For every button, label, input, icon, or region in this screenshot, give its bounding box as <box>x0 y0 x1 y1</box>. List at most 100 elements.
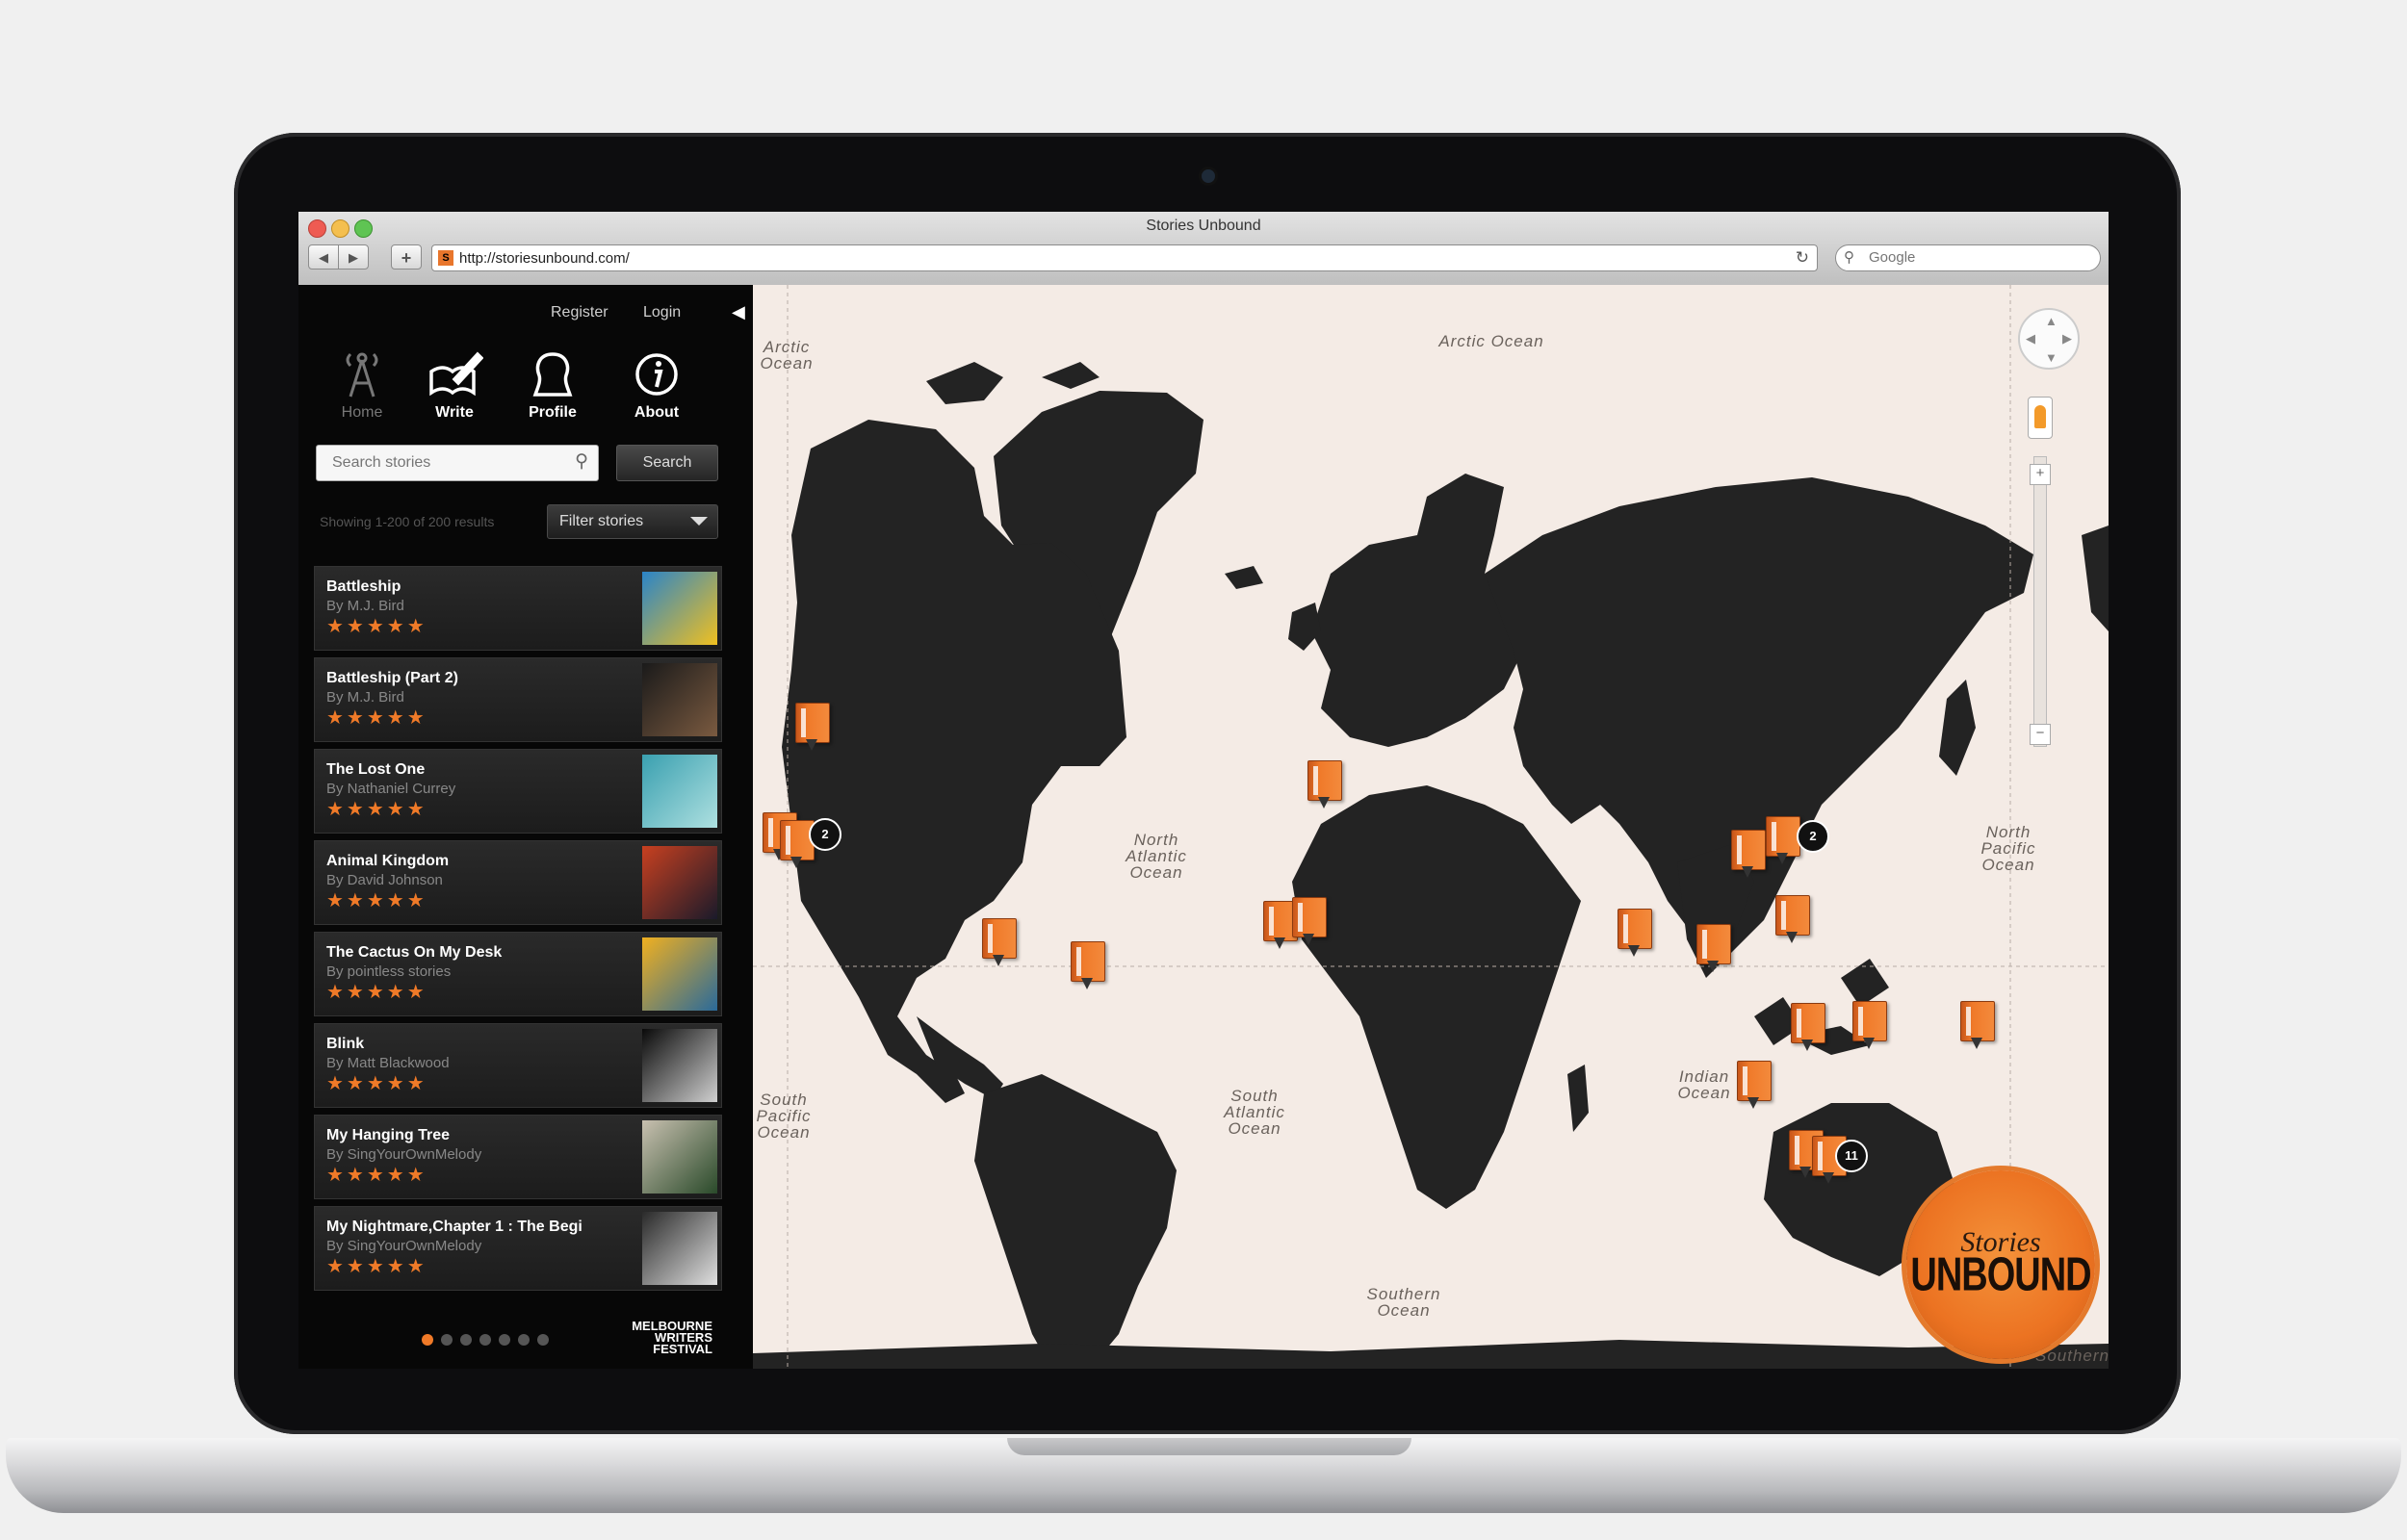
ocean-label-north-pacific: North Pacific Ocean <box>1980 823 2036 874</box>
login-link[interactable]: Login <box>643 304 681 321</box>
webcam <box>1202 169 1215 183</box>
story-thumbnail <box>642 755 717 828</box>
street-view-pegman-icon[interactable] <box>2028 397 2053 439</box>
add-bookmark-button[interactable]: + <box>391 244 422 270</box>
zoom-slider[interactable] <box>2033 456 2047 747</box>
story-pin[interactable] <box>795 703 830 751</box>
story-list-item[interactable]: Blink By Matt Blackwood ★★★★★ <box>314 1023 722 1108</box>
pan-down-icon[interactable]: ▼ <box>2045 350 2058 365</box>
pin-cluster-count[interactable]: 2 <box>1797 820 1829 853</box>
story-title: Battleship <box>326 578 401 595</box>
story-title: Animal Kingdom <box>326 853 450 869</box>
ocean-label-arctic: Arctic Ocean <box>1438 332 1544 350</box>
melbourne-writers-festival-logo: MELBOURNE WRITERS FESTIVAL <box>632 1319 712 1356</box>
ocean-label-south-pacific: South Pacific Ocean <box>756 1091 812 1142</box>
info-icon <box>635 353 678 396</box>
story-search-input[interactable] <box>330 453 556 473</box>
story-pin[interactable] <box>1263 901 1298 949</box>
story-pin[interactable] <box>1775 895 1810 943</box>
story-pin[interactable] <box>1696 924 1731 972</box>
nav-write-label: Write <box>435 404 474 421</box>
back-button[interactable]: ◀ <box>308 244 339 270</box>
browser-toolbar: Stories Unbound ◀ ▶ + S http://storiesun… <box>298 212 2109 286</box>
ocean-label-north-atlantic: North Atlantic Ocean <box>1126 831 1187 882</box>
pan-left-icon[interactable]: ◀ <box>2026 331 2035 346</box>
story-rating: ★★★★★ <box>326 1165 427 1186</box>
register-link[interactable]: Register <box>551 304 608 321</box>
story-pin[interactable] <box>1960 1001 1995 1049</box>
story-list-item[interactable]: Animal Kingdom By David Johnson ★★★★★ <box>314 840 722 925</box>
story-title: Battleship (Part 2) <box>326 670 458 686</box>
url-text: http://storiesunbound.com/ <box>459 250 630 267</box>
collapse-sidebar-icon[interactable]: ◀ <box>732 302 745 322</box>
forward-button[interactable]: ▶ <box>338 244 369 270</box>
nav-profile-label: Profile <box>529 404 577 421</box>
pin-cluster-count[interactable]: 11 <box>1835 1140 1868 1172</box>
page-dot[interactable] <box>460 1334 472 1346</box>
world-map[interactable]: Arctic Ocean Arctic Ocean North Atlantic… <box>753 285 2109 1369</box>
pan-right-icon[interactable]: ▶ <box>2062 331 2072 346</box>
base-notch <box>1007 1438 1411 1455</box>
nav-about-label: About <box>634 404 680 421</box>
page-dot[interactable] <box>499 1334 510 1346</box>
search-button[interactable]: Search <box>616 445 718 481</box>
story-thumbnail <box>642 663 717 736</box>
page-dot[interactable] <box>479 1334 491 1346</box>
story-pin[interactable] <box>1292 897 1327 945</box>
pin-cluster-count[interactable]: 2 <box>809 818 841 851</box>
story-pin[interactable] <box>1618 909 1652 957</box>
nav-home[interactable]: Home <box>322 350 402 422</box>
pagination <box>422 1334 549 1346</box>
map-landmass <box>753 285 2109 1369</box>
zoom-out-button[interactable]: − <box>2030 724 2051 745</box>
map-pan-control[interactable]: ▲ ▼ ◀ ▶ <box>2018 308 2080 370</box>
ocean-label-southern: Southern Ocean <box>1366 1285 1441 1320</box>
story-pin[interactable] <box>982 918 1017 966</box>
screen: Stories Unbound ◀ ▶ + S http://storiesun… <box>298 212 2109 1369</box>
page-dot[interactable] <box>537 1334 549 1346</box>
page-dot[interactable] <box>441 1334 453 1346</box>
story-pin[interactable] <box>1766 816 1800 864</box>
story-thumbnail <box>642 1120 717 1194</box>
nav-about[interactable]: About <box>616 350 697 422</box>
nav-write[interactable]: Write <box>414 350 495 422</box>
filter-dropdown[interactable]: Filter stories <box>547 504 718 539</box>
story-list-item[interactable]: Battleship By M.J. Bird ★★★★★ <box>314 566 722 651</box>
address-bar[interactable]: S http://storiesunbound.com/ ↻ <box>431 244 1818 271</box>
page-dot[interactable] <box>422 1334 433 1346</box>
page-dot[interactable] <box>518 1334 530 1346</box>
story-list-item[interactable]: The Cactus On My Desk By pointless storie… <box>314 932 722 1016</box>
story-title: The Lost One <box>326 761 426 778</box>
story-author: By David Johnson <box>326 872 443 888</box>
story-author: By M.J. Bird <box>326 689 404 706</box>
pan-up-icon[interactable]: ▲ <box>2045 314 2058 328</box>
story-title: Blink <box>326 1036 365 1052</box>
story-list-item[interactable]: The Lost One By Nathaniel Currey ★★★★★ <box>314 749 722 834</box>
stories-unbound-logo: Stories UNBOUND <box>1906 1170 2095 1359</box>
story-rating: ★★★★★ <box>326 1073 427 1094</box>
story-search-field[interactable]: ⚲ <box>316 445 599 481</box>
story-pin[interactable] <box>780 820 815 868</box>
story-list-item[interactable]: Battleship (Part 2) By M.J. Bird ★★★★★ <box>314 657 722 742</box>
ocean-label-south-atlantic: South Atlantic Ocean <box>1224 1087 1285 1138</box>
story-thumbnail <box>642 1029 717 1102</box>
reload-icon[interactable]: ↻ <box>1796 248 1809 268</box>
story-pin[interactable] <box>1791 1003 1825 1051</box>
story-list-item[interactable]: My Hanging Tree By SingYourOwnMelody ★★★★★ <box>314 1115 722 1199</box>
ocean-label-southern-right: Southern <box>2035 1347 2109 1365</box>
story-pin[interactable] <box>1852 1001 1887 1049</box>
nav-profile[interactable]: Profile <box>512 350 593 422</box>
story-list-item[interactable]: My Nightmare,Chapter 1 : The Begi By Sing… <box>314 1206 722 1291</box>
zoom-in-button[interactable]: + <box>2030 464 2051 485</box>
story-pin[interactable] <box>1307 760 1342 808</box>
story-pin[interactable] <box>1731 830 1766 878</box>
story-title: My Nightmare,Chapter 1 : The Begi <box>326 1219 582 1235</box>
browser-search-field[interactable]: ⚲ <box>1835 244 2101 271</box>
browser-search-input[interactable] <box>1867 248 2092 267</box>
search-icon: ⚲ <box>575 451 588 472</box>
logo-unbound-text: UNBOUND <box>1910 1248 2091 1302</box>
story-pin[interactable] <box>1737 1061 1772 1109</box>
story-author: By M.J. Bird <box>326 598 404 614</box>
story-pin[interactable] <box>1071 941 1105 989</box>
nav-home-label: Home <box>341 404 383 421</box>
